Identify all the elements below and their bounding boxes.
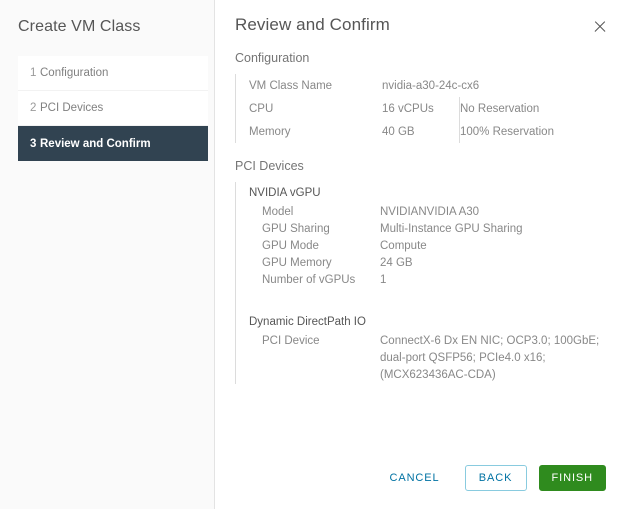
row-key: PCI Device	[262, 335, 320, 347]
main-header: Review and Confirm	[215, 0, 624, 35]
row-value: nvidia-a30-24c-cx6	[382, 79, 480, 92]
pci-devices-section-title: PCI Devices	[235, 159, 304, 173]
row-value: NVIDIANVIDIA A30	[380, 206, 480, 218]
table-row: CPU 16 vCPUs No Reservation	[249, 97, 604, 120]
row-key: Model	[262, 206, 294, 218]
row-key: CPU	[249, 102, 274, 115]
wizard-sidebar: Create VM Class 1 Configuration 2 PCI De…	[0, 0, 215, 509]
row-value: Multi-Instance GPU Sharing	[380, 223, 523, 235]
nvidia-vgpu-table: Model NVIDIANVIDIA A30 GPU Sharing Multi…	[262, 204, 617, 289]
wizard-title: Create VM Class	[18, 18, 141, 35]
review-content: Configuration VM Class Name nvidia-a30-2…	[215, 51, 624, 384]
finish-button[interactable]: FINISH	[538, 465, 606, 491]
step-number: 2	[30, 102, 37, 114]
cancel-button[interactable]: CANCEL	[377, 465, 453, 491]
row-key: GPU Mode	[262, 240, 319, 252]
step-number: 3	[30, 137, 37, 150]
device-group-title: NVIDIA vGPU	[249, 187, 321, 199]
configuration-table: VM Class Name nvidia-a30-24c-cx6 CPU 16 …	[249, 74, 604, 143]
device-group-nvidia-vgpu: NVIDIA vGPU Model NVIDIANVIDIA A30 GPU S…	[249, 182, 604, 289]
wizard-main-panel: Review and Confirm Configuration VM Clas…	[215, 0, 624, 509]
row-value: ConnectX-6 Dx EN NIC; OCP3.0; 100GbE; du…	[380, 335, 600, 381]
configuration-section-title: Configuration	[235, 51, 310, 65]
row-value: 1	[380, 274, 387, 286]
pci-devices-section-body: NVIDIA vGPU Model NVIDIANVIDIA A30 GPU S…	[235, 182, 604, 384]
row-key: VM Class Name	[249, 79, 333, 92]
table-row: Number of vGPUs 1	[262, 272, 617, 289]
row-key: GPU Sharing	[262, 223, 330, 235]
page-title: Review and Confirm	[235, 15, 390, 34]
step-number: 1	[30, 67, 37, 79]
row-value-primary: 16 vCPUs	[382, 102, 434, 115]
step-label: Review and Confirm	[40, 137, 151, 150]
sidebar-step-review-and-confirm[interactable]: 3 Review and Confirm	[18, 126, 208, 161]
table-row: VM Class Name nvidia-a30-24c-cx6	[249, 74, 604, 97]
table-row: GPU Sharing Multi-Instance GPU Sharing	[262, 221, 617, 238]
sidebar-step-configuration[interactable]: 1 Configuration	[18, 56, 208, 91]
step-label: PCI Devices	[40, 102, 104, 114]
sidebar-step-pci-devices[interactable]: 2 PCI Devices	[18, 91, 208, 126]
row-value-secondary: No Reservation	[459, 97, 604, 120]
row-value: Compute	[380, 240, 427, 252]
table-row: PCI Device ConnectX-6 Dx EN NIC; OCP3.0;…	[262, 333, 617, 384]
step-label: Configuration	[40, 67, 109, 79]
row-key: GPU Memory	[262, 257, 332, 269]
row-key: Memory	[249, 125, 291, 138]
row-key: Number of vGPUs	[262, 274, 356, 286]
row-value-secondary: 100% Reservation	[459, 120, 604, 143]
close-icon[interactable]	[592, 19, 608, 35]
device-group-dynamic-directpath-io: Dynamic DirectPath IO PCI Device Connect…	[249, 311, 604, 384]
table-row: GPU Mode Compute	[262, 238, 617, 255]
device-group-title: Dynamic DirectPath IO	[249, 316, 366, 328]
wizard-step-list: 1 Configuration 2 PCI Devices 3 Review a…	[0, 56, 214, 161]
table-row: Memory 40 GB 100% Reservation	[249, 120, 604, 143]
row-value-primary: 40 GB	[382, 125, 415, 138]
back-button[interactable]: BACK	[464, 465, 527, 491]
create-vm-class-wizard: Create VM Class 1 Configuration 2 PCI De…	[0, 0, 624, 509]
table-row: GPU Memory 24 GB	[262, 255, 617, 272]
table-row: Model NVIDIANVIDIA A30	[262, 204, 617, 221]
configuration-section-body: VM Class Name nvidia-a30-24c-cx6 CPU 16 …	[235, 74, 604, 143]
dynamic-directpath-io-table: PCI Device ConnectX-6 Dx EN NIC; OCP3.0;…	[262, 333, 617, 384]
wizard-footer: CANCEL BACK FINISH	[377, 465, 606, 491]
row-value: 24 GB	[380, 257, 413, 269]
